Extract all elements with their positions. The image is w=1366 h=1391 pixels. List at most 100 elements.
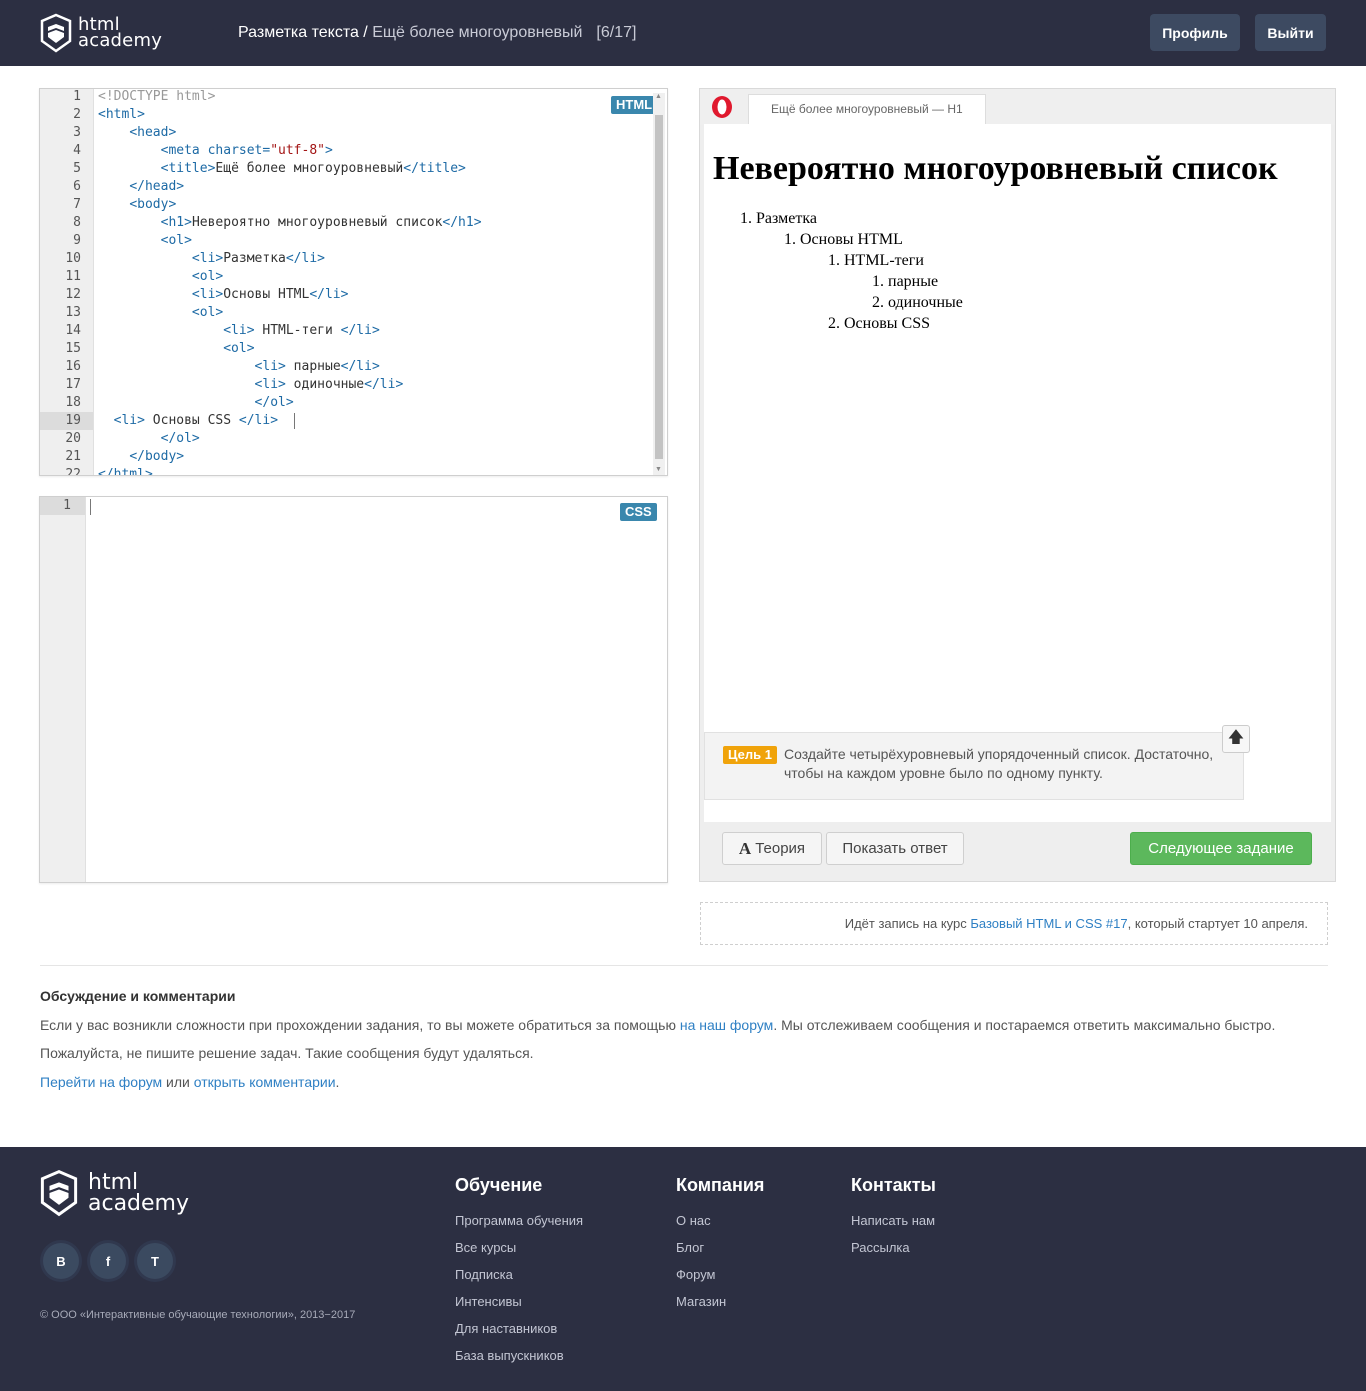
footer-link[interactable]: Интенсивы	[455, 1294, 522, 1309]
discussion-p1-suffix: . Мы отслеживаем сообщения и постараемся…	[773, 1017, 1276, 1033]
opera-browser-icon	[712, 96, 732, 118]
arrow-up-icon[interactable]: 🡅	[1222, 725, 1250, 753]
forum-inline-link[interactable]: на наш форум	[680, 1017, 773, 1033]
footer-logo-line-2: academy	[88, 1191, 190, 1216]
theory-label: Теория	[755, 840, 806, 857]
preview-panel: Ещё более многоуровневый — Н1 Невероятно…	[699, 88, 1336, 882]
html-code-line[interactable]: <!DOCTYPE html>	[98, 89, 215, 106]
code-tag: </body>	[129, 449, 185, 464]
html-code-line[interactable]: </html>	[98, 466, 153, 476]
footer-logo[interactable]: html academy	[40, 1169, 189, 1217]
task-text: Создайте четырёхуровневый упорядоченный …	[784, 746, 1214, 781]
html-code-line[interactable]: <head>	[98, 124, 176, 142]
footer-link[interactable]: Все курсы	[455, 1240, 516, 1255]
browser-bar: Ещё более многоуровневый — Н1	[700, 89, 1335, 125]
footer-logo-text: html academy	[88, 1170, 190, 1216]
html-code-line[interactable]: <meta charset="utf-8">	[98, 142, 333, 160]
html-code-line[interactable]: </head>	[98, 178, 184, 196]
html-code-line[interactable]: <ol>	[98, 304, 223, 322]
footer-logo-line-1: html	[88, 1170, 139, 1195]
html-code-line[interactable]: <li> HTML-теги </li>	[98, 322, 380, 340]
list-item-number: 2.	[872, 294, 884, 311]
header-logo[interactable]: html academy	[40, 13, 162, 53]
discussion-title: Обсуждение и комментарии	[40, 988, 236, 1004]
scroll-up-icon[interactable]: ▲	[655, 93, 662, 100]
enroll-prefix: Идёт запись на курс	[844, 916, 971, 931]
code-tag: </html>	[98, 467, 153, 476]
code-text: одиночные	[285, 377, 365, 392]
html-code-line[interactable]: <li> Основы CSS </li>	[98, 412, 278, 430]
css-editor[interactable]: 1 CSS	[39, 496, 668, 883]
html-code-line[interactable]: <li>Разметка</li>	[98, 250, 325, 268]
html-code-line[interactable]: <html>	[98, 106, 145, 124]
html-line-number: 10	[65, 251, 81, 266]
html-code-line[interactable]: <ol>	[98, 340, 254, 358]
html-code-line[interactable]: <li> одиночные</li>	[98, 376, 404, 394]
top-header: html academy Разметка текста / Ещё более…	[0, 0, 1366, 66]
scroll-thumb[interactable]	[655, 115, 663, 459]
html-line-number: 19	[65, 413, 81, 428]
code-text: Основы HTML	[223, 287, 310, 302]
discussion-links: Перейти на форум или открыть комментарии…	[40, 1074, 339, 1090]
go-to-forum-link[interactable]: Перейти на форум	[40, 1074, 162, 1090]
theory-button[interactable]: A Теория	[722, 832, 822, 865]
html-editor-gutter: 1 2 3 4 5 6 7 8 9 10 11 12 13 14 15 16 17 18 19 20 21 22	[40, 89, 94, 475]
footer-link[interactable]: Магазин	[676, 1294, 726, 1309]
preview-list-item: 1. Разметка	[740, 210, 817, 228]
footer-link[interactable]: О нас	[676, 1213, 711, 1228]
html-code-line[interactable]: <ol>	[98, 232, 192, 250]
css-editor-gutter: 1	[40, 497, 86, 882]
code-tag: <li>	[223, 323, 255, 338]
footer-logo-shield-icon	[40, 1170, 78, 1217]
html-code-line[interactable]: </ol>	[98, 430, 200, 448]
footer-link[interactable]: База выпускников	[455, 1348, 564, 1363]
footer-link[interactable]: Программа обучения	[455, 1213, 583, 1228]
html-code-line[interactable]: <title>Ещё более многоуровневый</title>	[98, 160, 466, 178]
html-code-line[interactable]: </ol>	[98, 394, 294, 412]
course-link[interactable]: Базовый HTML и CSS #17	[970, 916, 1127, 931]
code-tag: </title>	[403, 161, 466, 176]
html-code-line[interactable]: <body>	[98, 196, 176, 214]
open-comments-link[interactable]: открыть комментарии	[194, 1074, 336, 1090]
footer-link[interactable]: Форум	[676, 1267, 716, 1282]
footer-link[interactable]: Блог	[676, 1240, 704, 1255]
html-code-line[interactable]: <h1>Невероятно многоуровневый список</h1…	[98, 214, 482, 232]
code-tag: <ol>	[191, 269, 224, 284]
vk-icon[interactable]: В	[43, 1243, 79, 1279]
html-line-number: 1	[73, 89, 81, 104]
html-code-line[interactable]: <ol>	[98, 268, 223, 286]
html-editor-scrollbar[interactable]: ▲ ▼	[653, 93, 665, 475]
facebook-icon[interactable]: f	[90, 1243, 126, 1279]
html-code-line[interactable]: <li> парные</li>	[98, 358, 380, 376]
code-tag: </head>	[129, 179, 185, 194]
task-badge: Цель 1	[723, 746, 777, 764]
html-line-number: 7	[73, 197, 81, 212]
copyright: © ООО «Интерактивные обучающие технологи…	[40, 1309, 356, 1321]
list-item-number: 1.	[784, 231, 796, 248]
html-line-number: 8	[73, 215, 81, 230]
html-code-line[interactable]: <li>Основы HTML</li>	[98, 286, 349, 304]
profile-button[interactable]: Профиль	[1150, 14, 1240, 51]
show-answer-button[interactable]: Показать ответ	[826, 832, 964, 865]
code-text: HTML-теги	[254, 323, 341, 338]
html-code-line[interactable]: </body>	[98, 448, 184, 466]
html-line-number: 21	[65, 449, 81, 464]
footer-link[interactable]: Написать нам	[851, 1213, 935, 1228]
scroll-down-icon[interactable]: ▼	[655, 466, 662, 473]
code-tag: <li>	[254, 377, 286, 392]
footer-link[interactable]: Подписка	[455, 1267, 513, 1282]
next-task-button[interactable]: Следующее задание	[1130, 832, 1312, 865]
twitter-icon[interactable]: T	[137, 1243, 173, 1279]
html-editor[interactable]: 1 2 3 4 5 6 7 8 9 10 11 12 13 14 15 16 17 18 19 20 21 22 <!DO…	[39, 88, 668, 476]
breadcrumb-section[interactable]: Разметка текста	[238, 24, 359, 41]
footer-link[interactable]: Для наставников	[455, 1321, 557, 1336]
list-item-text: Основы CSS	[844, 315, 930, 332]
footer-link[interactable]: Рассылка	[851, 1240, 910, 1255]
code-tag: <html>	[98, 107, 145, 122]
logout-button[interactable]: Выйти	[1255, 14, 1326, 51]
discussion-p1-prefix: Если у вас возникли сложности при прохож…	[40, 1017, 680, 1033]
